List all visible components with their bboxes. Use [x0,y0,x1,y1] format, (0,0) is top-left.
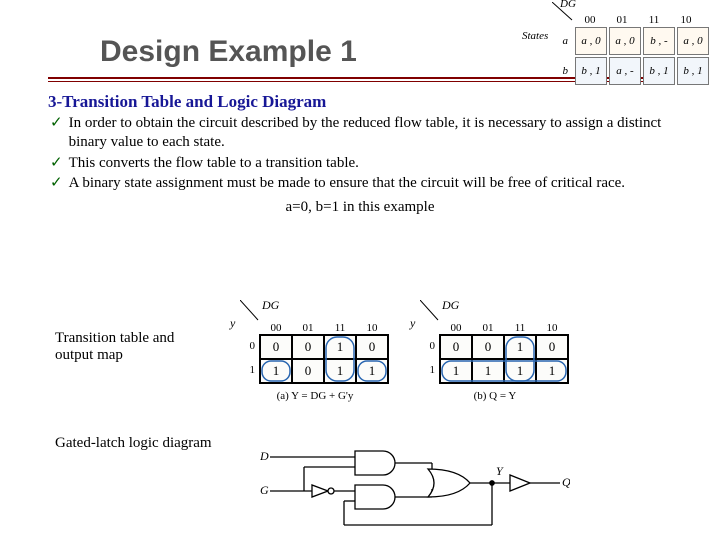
flow-table-fragment: DG 00 01 11 10 a a , 0 a , 0 b , - a , 0… [520,0,720,86]
kmap-cell: 0 [292,335,324,359]
kmap-caption: (b) Q = Y [474,390,517,402]
kmap-cell: 0 [440,335,472,359]
kmap-cell: 1 [472,359,504,383]
frag-row-label: b [520,65,574,77]
kmap-col: 10 [356,322,388,334]
kmap-cell: 0 [292,359,324,383]
check-icon: ✓ [50,114,63,133]
kmap-cell: 0 [260,335,292,359]
frag-cell: a , 0 [575,27,607,55]
kmap-col: 00 [440,322,472,334]
bullet-text: In order to obtain the circuit described… [69,114,672,152]
bullet-text: A binary state assignment must be made t… [69,174,625,193]
bullet-list: ✓ In order to obtain the circuit describe… [0,114,720,193]
logic-output-y: Y [496,464,504,478]
assignment-line: a=0, b=1 in this example [0,195,720,226]
frag-cell: b , 1 [643,57,675,85]
kmap-col: 11 [504,322,536,334]
kmap-row: 0 [421,334,439,358]
kmap-cell: 0 [536,335,568,359]
kmap-dg-label: DG [442,298,459,313]
logic-input-g: G [260,483,269,497]
kmap-col: 11 [324,322,356,334]
logic-output-q: Q [562,475,570,489]
kmap-cell: 1 [260,359,292,383]
kmap-row: 1 [241,358,259,382]
kmap-cell: 1 [324,359,356,383]
kmap-caption: (a) Y = DG + G'y [277,390,354,402]
bullet-text: This converts the flow table to a transi… [69,154,359,173]
frag-cell: a , 0 [677,27,709,55]
kmap-col: 01 [292,322,324,334]
frag-cell: b , 1 [677,57,709,85]
frag-states-label: States [522,30,548,42]
kmap-cell: 1 [440,359,472,383]
frag-cell: a , 0 [609,27,641,55]
kmap-col: 00 [260,322,292,334]
frag-cell: b , - [643,27,675,55]
logic-input-d: D [260,449,269,463]
frag-cell: a , - [609,57,641,85]
check-icon: ✓ [50,174,63,193]
gated-latch-logic-diagram: D G Y Q [260,445,570,535]
kmap-cell: 0 [472,335,504,359]
frag-col: 01 [606,14,638,26]
kmap-col: 10 [536,322,568,334]
kmap-cell: 1 [356,359,388,383]
kmap-y: y DG 00 01 11 10 0 1 0 0 1 0 [240,300,390,402]
kmap-pair: y DG 00 01 11 10 0 1 0 0 1 0 [225,300,585,402]
kmap-cell: 1 [504,359,536,383]
kmap-col: 01 [472,322,504,334]
kmap-y-label: y [230,316,235,331]
caption-logic-diagram: Gated-latch logic diagram [55,435,212,452]
frag-col: 10 [670,14,702,26]
caption-transition-table: Transition table and output map [55,330,205,364]
kmap-dg-label: DG [262,298,279,313]
frag-col: 11 [638,14,670,26]
kmap-cell: 1 [536,359,568,383]
section-subtitle: 3-Transition Table and Logic Diagram [0,82,720,114]
kmap-cell: 1 [324,335,356,359]
kmap-q: y DG 00 01 11 10 0 1 0 0 1 0 [420,300,570,402]
kmap-cell: 1 [504,335,536,359]
kmap-cell: 0 [356,335,388,359]
kmap-row: 0 [241,334,259,358]
frag-cell: b , 1 [575,57,607,85]
kmap-row: 1 [421,358,439,382]
kmap-y-label: y [410,316,415,331]
check-icon: ✓ [50,154,63,173]
